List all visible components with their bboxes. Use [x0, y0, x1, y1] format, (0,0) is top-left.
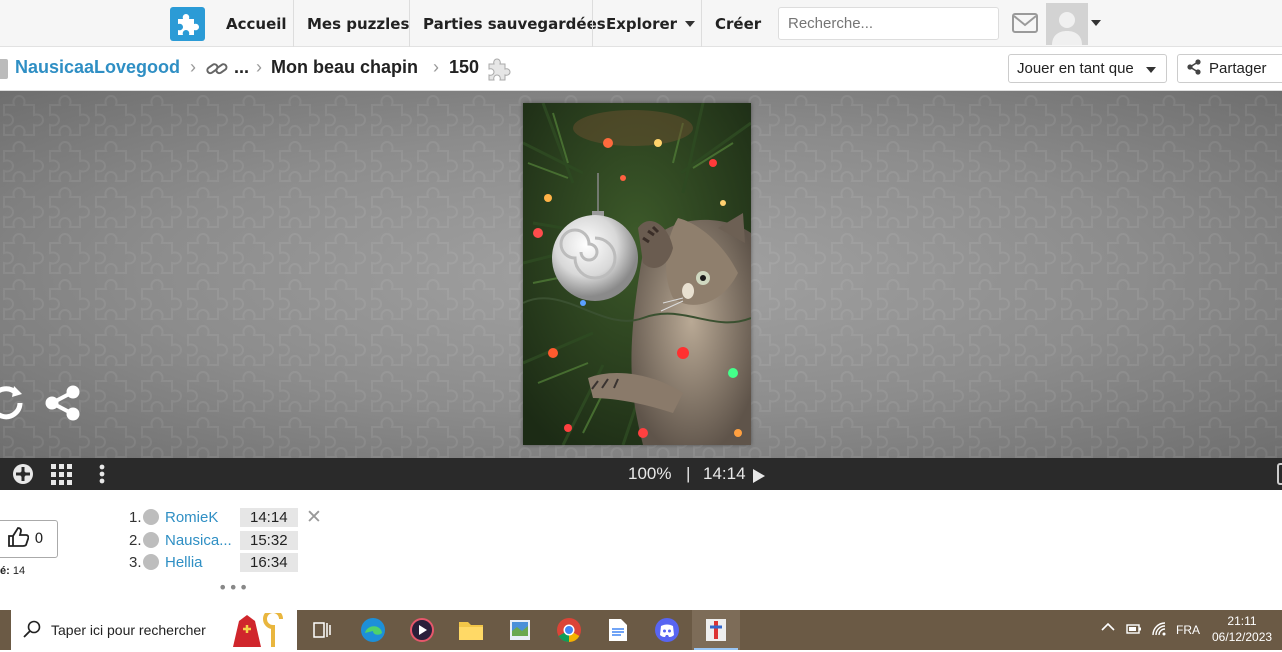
- piece-count: 150: [449, 57, 480, 77]
- user-thumb-icon: [0, 59, 8, 79]
- zoom-level: 100%: [628, 464, 672, 483]
- share-label: Partager: [1209, 60, 1267, 77]
- photos-app-icon[interactable]: [506, 616, 534, 644]
- chevron-up-icon[interactable]: [1101, 621, 1115, 635]
- link-icon[interactable]: [205, 60, 229, 82]
- clock-date: 06/12/2023: [1212, 630, 1273, 644]
- leaderboard-rank: 1.: [129, 508, 142, 526]
- search-icon: [23, 620, 41, 641]
- mail-icon[interactable]: [1012, 13, 1038, 37]
- search-input[interactable]: [778, 7, 999, 40]
- play-count-label: é:: [0, 565, 10, 577]
- task-view-icon[interactable]: [308, 616, 336, 644]
- fullscreen-icon[interactable]: [1277, 463, 1282, 485]
- leaderboard-time: 16:34: [240, 552, 298, 572]
- leaderboard-row: 1. RomieK 14:14: [129, 507, 298, 527]
- docs-icon[interactable]: [604, 616, 632, 644]
- leaderboard-row: 3. Hellia 16:34: [129, 552, 298, 572]
- thumbs-up-icon: [7, 527, 29, 551]
- taskbar-search[interactable]: Taper ici pour rechercher: [11, 609, 297, 652]
- play-count-value: 14: [12, 565, 26, 577]
- leaderboard-more[interactable]: •••: [218, 578, 249, 597]
- leaderboard-user-link[interactable]: Nausica...: [165, 532, 240, 549]
- leaderboard-rank: 2.: [129, 531, 142, 549]
- chevron-right-icon: ›: [256, 57, 262, 77]
- share-icon: [1186, 58, 1202, 79]
- close-icon[interactable]: ✕: [306, 506, 322, 528]
- media-player-icon[interactable]: [408, 616, 436, 644]
- avatar: [143, 554, 159, 570]
- leaderboard-time: 14:14: [240, 507, 298, 527]
- windows-taskbar: Taper ici pour rechercher FRA 21:11 06/1…: [0, 609, 1282, 652]
- account-menu-caret-icon[interactable]: [1091, 20, 1101, 26]
- chevron-down-icon: [1146, 67, 1156, 73]
- jigsaw-logo-icon[interactable]: [170, 7, 205, 41]
- saint-nicholas-icon: [229, 609, 289, 652]
- active-app-highlight[interactable]: [692, 610, 740, 650]
- puzzle-control-bar: 100% | 14:14: [0, 458, 1282, 490]
- leaderboard-user-link[interactable]: Hellia: [165, 554, 240, 571]
- grid-icon[interactable]: [51, 464, 73, 489]
- rotate-icon[interactable]: [0, 384, 26, 426]
- breadcrumb-ellipsis[interactable]: ...: [234, 57, 249, 78]
- play-as-label: Jouer en tant que: [1017, 60, 1134, 77]
- top-navbar: Accueil Mes puzzles Parties sauvegardées…: [0, 0, 1282, 47]
- battery-icon[interactable]: [1126, 623, 1142, 638]
- jigsaw-browser-tab-icon: [702, 616, 730, 644]
- chevron-down-icon: [685, 21, 696, 27]
- clock[interactable]: 21:11 06/12/2023: [1212, 614, 1272, 644]
- play-as-dropdown[interactable]: Jouer en tant que: [1008, 54, 1167, 83]
- share-icon[interactable]: [44, 385, 82, 425]
- nav-my-puzzles[interactable]: Mes puzzles: [293, 0, 422, 47]
- leaderboard-rank: 3.: [129, 553, 142, 571]
- ghost-image-icon[interactable]: [11, 462, 35, 490]
- nav-saved-games[interactable]: Parties sauvegardées: [409, 0, 619, 47]
- like-button[interactable]: 0: [0, 520, 58, 558]
- user-avatar[interactable]: [1046, 3, 1088, 45]
- puzzle-stage[interactable]: [0, 91, 1282, 458]
- like-count: 0: [34, 531, 44, 547]
- chevron-right-icon: ›: [433, 57, 439, 77]
- timer: 14:14: [703, 464, 746, 483]
- more-vertical-icon[interactable]: [98, 464, 106, 488]
- taskbar-search-text: Taper ici pour rechercher: [51, 622, 206, 638]
- wifi-icon[interactable]: [1151, 621, 1167, 640]
- leaderboard-row: 2. Nausica... 15:32: [129, 530, 298, 550]
- edge-icon[interactable]: [359, 616, 387, 644]
- avatar: [143, 509, 159, 525]
- nav-explore[interactable]: Explorer: [592, 0, 707, 47]
- clock-time: 21:11: [1227, 614, 1257, 628]
- discord-icon[interactable]: [653, 616, 681, 644]
- chevron-right-icon: ›: [190, 57, 196, 77]
- nav-home[interactable]: Accueil: [213, 0, 300, 47]
- control-separator: |: [686, 464, 691, 483]
- breadcrumb: NausicaaLovegood › ... › Mon beau chapin…: [0, 47, 1282, 91]
- input-language[interactable]: FRA: [1176, 623, 1200, 637]
- puzzle-piece-icon: [486, 56, 512, 86]
- play-count: é: 14: [0, 565, 25, 577]
- puzzle-image-cat-christmas-tree[interactable]: [523, 103, 751, 445]
- file-explorer-icon[interactable]: [457, 616, 485, 644]
- puzzle-title: Mon beau chapin: [271, 57, 419, 77]
- nav-create[interactable]: Créer: [701, 0, 774, 47]
- leaderboard-time: 15:32: [240, 530, 298, 550]
- leaderboard-user-link[interactable]: RomieK: [165, 509, 240, 526]
- play-icon[interactable]: [753, 468, 765, 487]
- chrome-icon[interactable]: [555, 616, 583, 644]
- breadcrumb-user-link[interactable]: NausicaaLovegood: [15, 57, 180, 78]
- avatar: [143, 532, 159, 548]
- nav-explore-label: Explorer: [606, 14, 678, 33]
- share-dropdown[interactable]: Partager: [1177, 54, 1282, 83]
